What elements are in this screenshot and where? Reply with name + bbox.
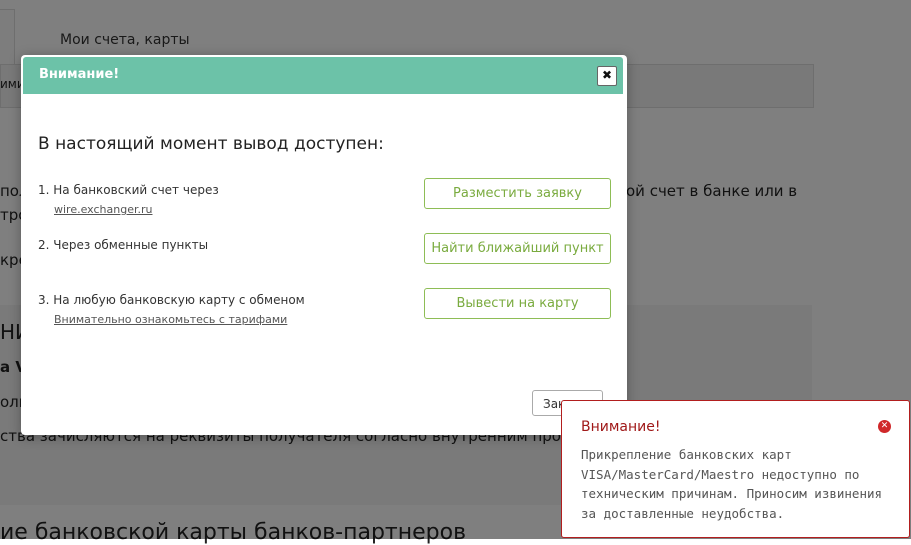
toast-message: Прикрепление банковских карт VISA/Master… — [581, 447, 883, 521]
withdraw-to-card-button[interactable]: Вывести на карту — [424, 288, 611, 319]
modal-title: Внимание! — [39, 67, 120, 82]
place-request-button[interactable]: Разместить заявку — [424, 178, 611, 209]
option-exchange-points-text: 2. Через обменные пункты — [38, 238, 209, 252]
withdrawal-modal: Внимание! ✖ В настоящий момент вывод дос… — [21, 55, 627, 435]
close-icon[interactable]: ✖ — [597, 66, 617, 86]
option-bank-account-text: 1. На банковский счет через — [38, 183, 219, 197]
toast-title: Внимание! — [581, 419, 661, 435]
tariffs-link[interactable]: Внимательно ознакомьтесь с тарифами — [54, 313, 287, 326]
modal-header: Внимание! ✖ — [23, 57, 623, 94]
alert-toast: Внимание! ✕ Прикрепление банковских карт… — [561, 400, 910, 538]
modal-heading: В настоящий момент вывод доступен: — [38, 134, 384, 154]
close-icon[interactable]: ✕ — [878, 420, 891, 433]
wire-exchanger-link[interactable]: wire.exchanger.ru — [54, 203, 152, 216]
option-any-card-text: 3. На любую банковскую карту с обменом — [38, 293, 305, 307]
find-nearest-point-button[interactable]: Найти ближайший пункт — [424, 233, 611, 264]
